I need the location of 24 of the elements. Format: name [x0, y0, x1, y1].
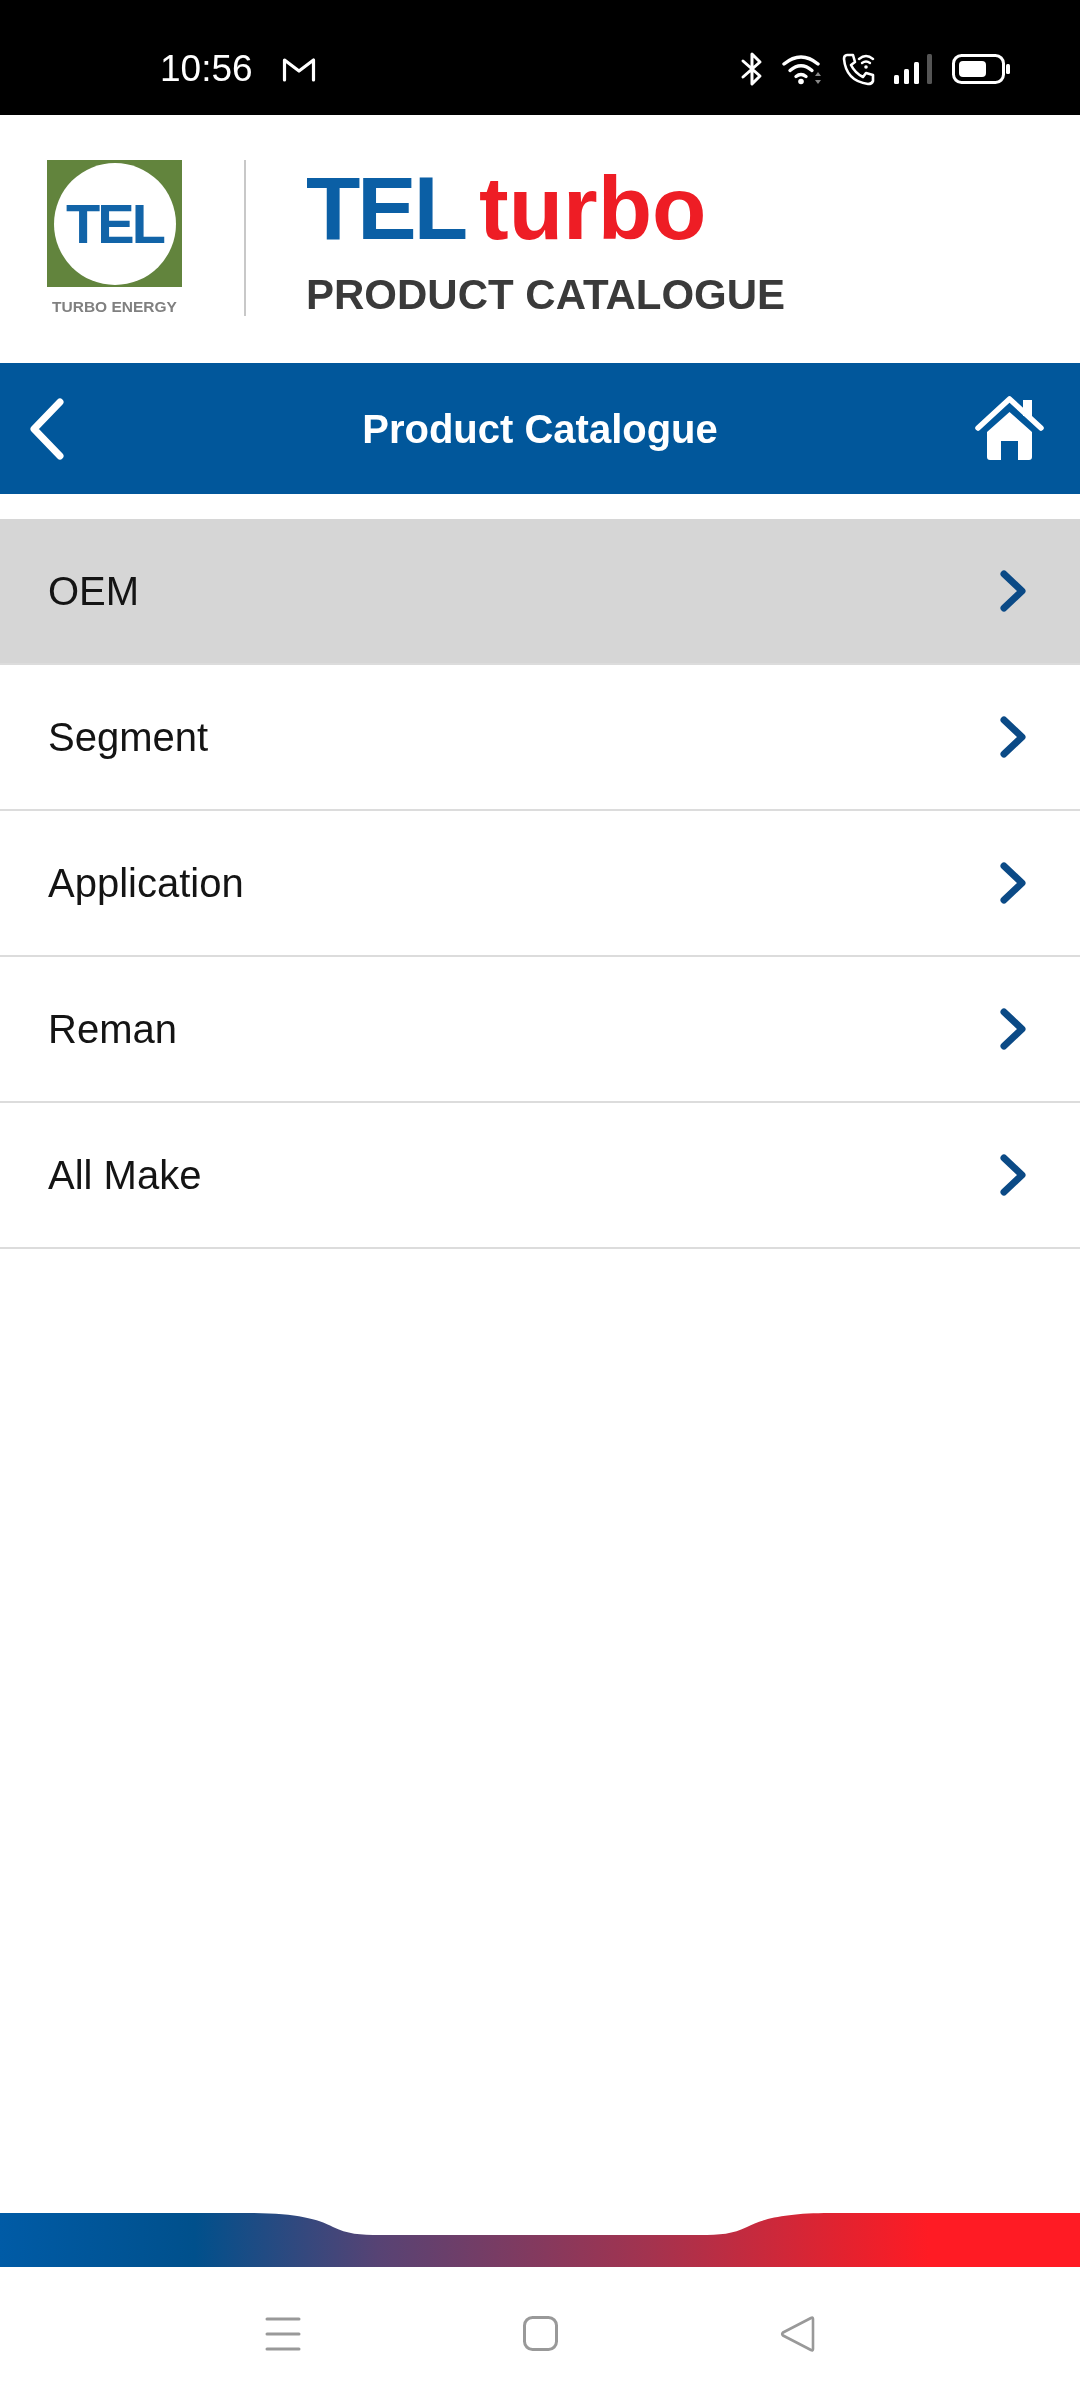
- status-time: 10:56: [160, 50, 253, 87]
- wifi-call-icon: [842, 51, 876, 86]
- back-icon[interactable]: [29, 397, 65, 460]
- square-icon[interactable]: [522, 2316, 558, 2351]
- chevron-right-icon: [999, 861, 1028, 905]
- wifi-icon: [782, 52, 824, 85]
- chevron-right-icon: [999, 569, 1028, 613]
- back-triangle-icon[interactable]: [779, 2315, 816, 2352]
- header-subtitle: PRODUCT CATALOGUE: [306, 274, 786, 316]
- toolbar-title: Product Catalogue: [362, 408, 718, 449]
- menu-item[interactable]: OEM: [0, 519, 1080, 665]
- chevron-right-icon: [999, 1153, 1028, 1197]
- signal-icon: [894, 53, 934, 84]
- brand-wordmark-primary: TEL: [306, 164, 466, 253]
- bluetooth-icon: [740, 50, 764, 87]
- menu-icon[interactable]: [264, 2315, 301, 2352]
- chevron-right-icon: [999, 715, 1028, 759]
- battery-icon: [952, 53, 1010, 84]
- home-icon[interactable]: [975, 396, 1044, 461]
- brand-wordmark-secondary: turbo: [479, 164, 707, 253]
- logo-text: TEL: [66, 195, 163, 252]
- chevron-right-icon: [999, 1007, 1028, 1051]
- mail-icon: [281, 55, 316, 82]
- logo-caption: TURBO ENERGY: [52, 299, 177, 315]
